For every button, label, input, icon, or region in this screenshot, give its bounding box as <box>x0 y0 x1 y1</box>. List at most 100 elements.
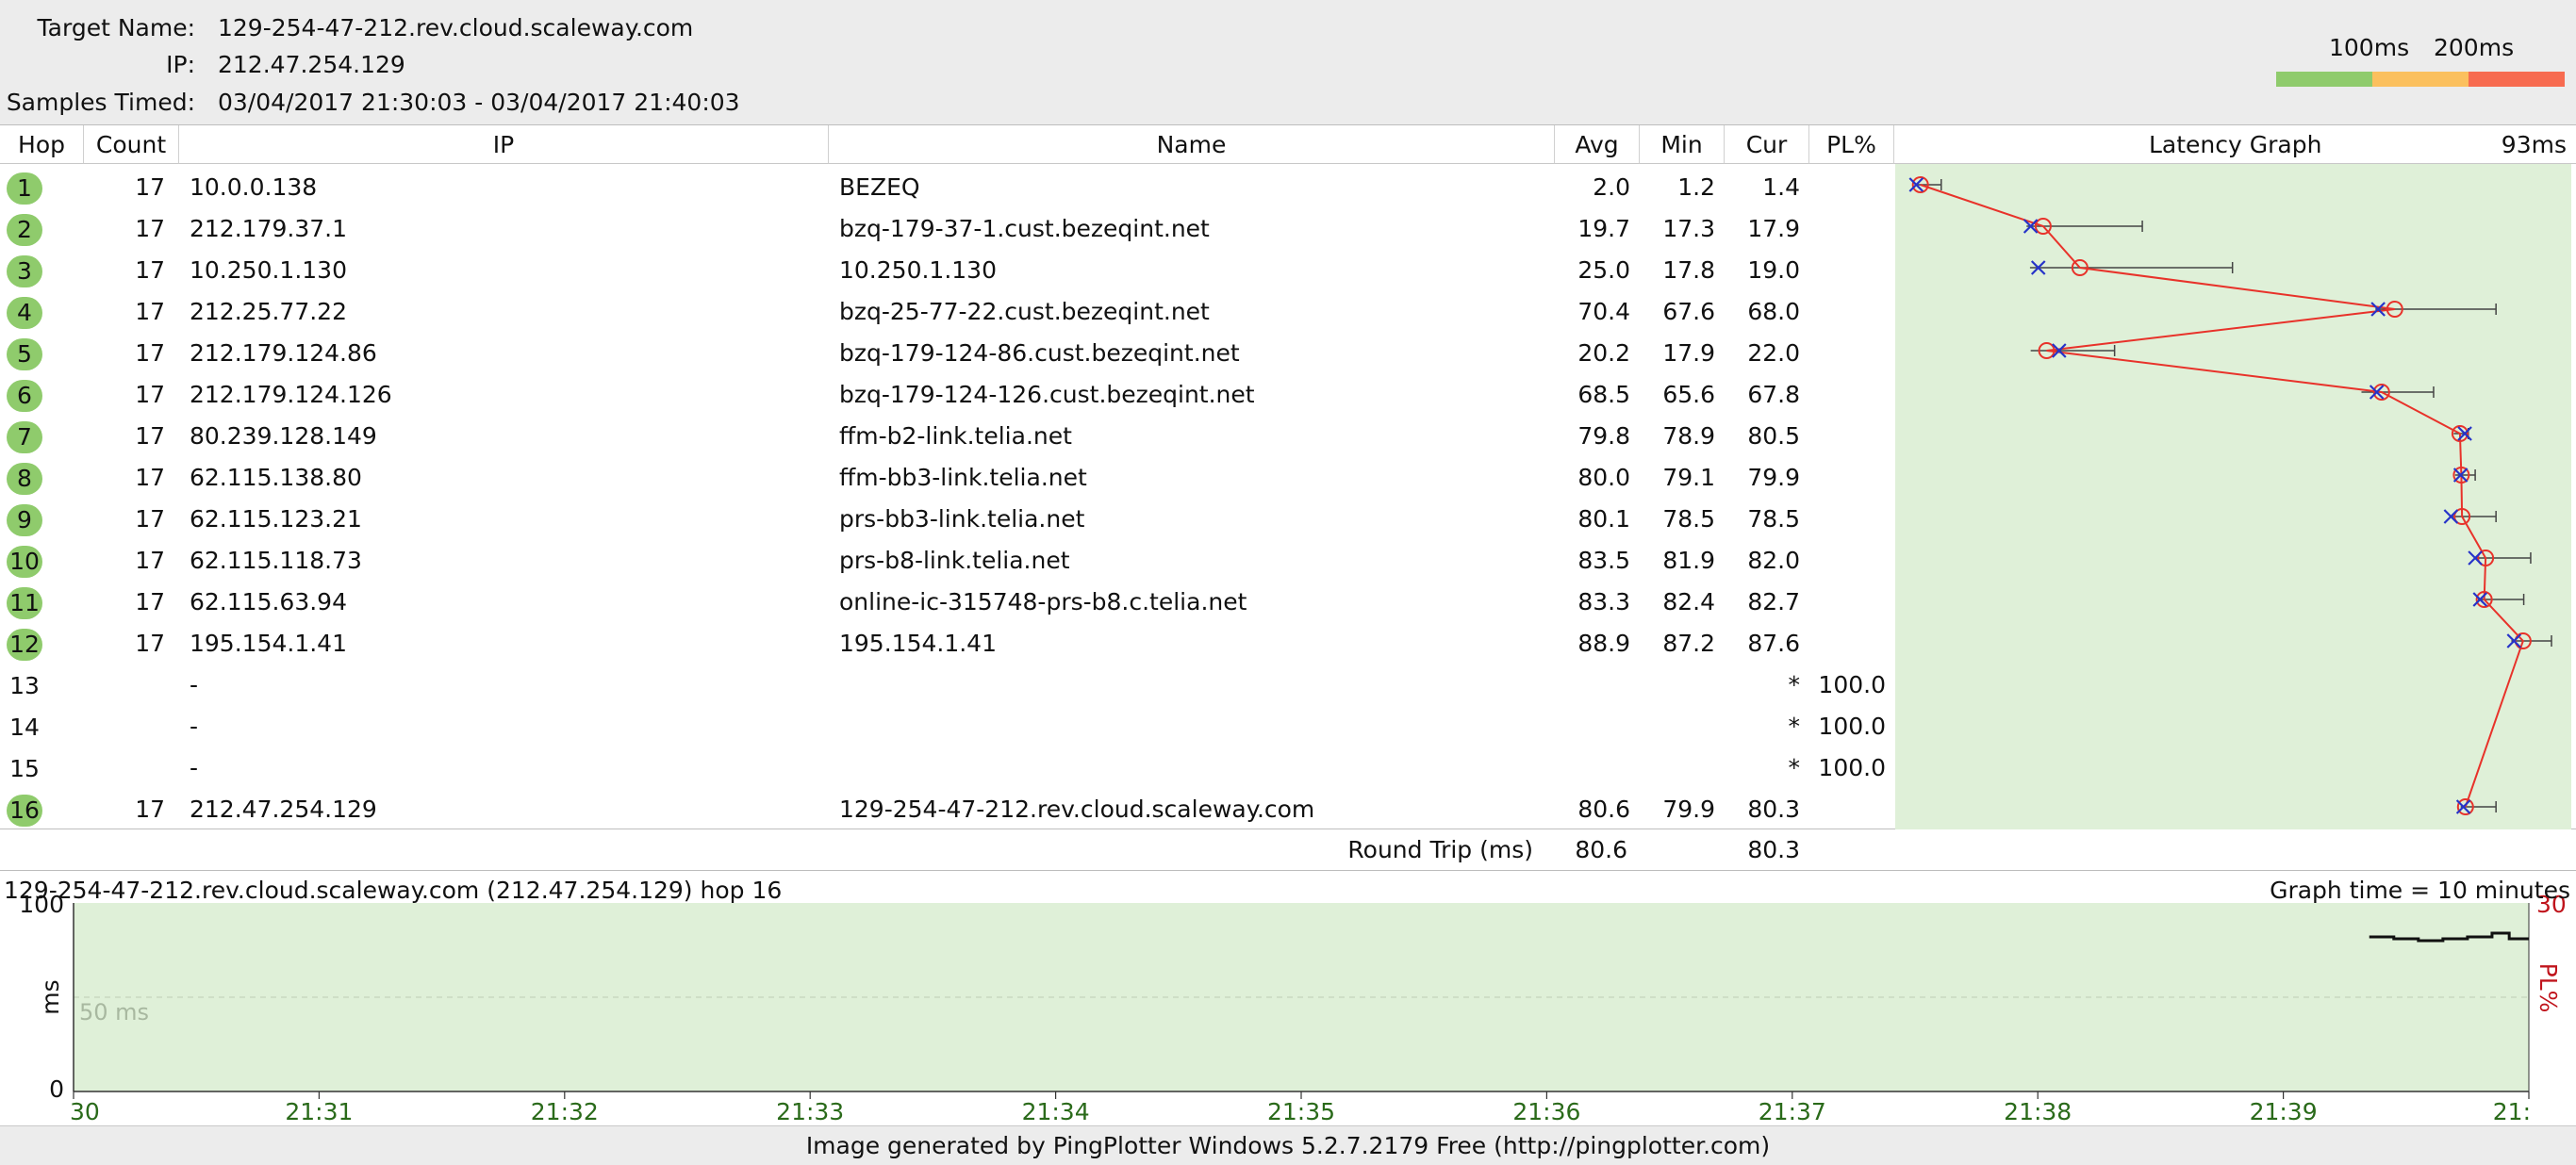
x-axis-tick-label: 30 <box>70 1098 100 1125</box>
hop-number: 14 <box>9 714 40 741</box>
cell-min: 17.9 <box>1662 339 1715 367</box>
column-header-cur[interactable]: Cur <box>1725 125 1809 164</box>
cell-cur: 87.6 <box>1747 630 1800 657</box>
cell-min: 78.9 <box>1662 422 1715 450</box>
cell-count: 17 <box>135 588 165 615</box>
table-row[interactable]: 1 17 10.0.0.138 BEZEQ 2.0 1.2 1.4 <box>0 167 1895 208</box>
latency-legend: 100ms 200ms <box>2276 34 2565 89</box>
cell-name: bzq-179-37-1.cust.bezeqint.net <box>839 215 1210 242</box>
pl-axis-label: PL% <box>2535 963 2562 1013</box>
table-row[interactable]: 11 17 62.115.63.94 online-ic-315748-prs-b8.… <box>0 582 1895 623</box>
cell-pl <box>1809 457 1886 499</box>
cell-cur: * <box>1788 671 1801 698</box>
cell-pl <box>1809 416 1886 457</box>
cell-avg <box>1555 747 1630 789</box>
cell-pl <box>1809 540 1886 582</box>
cell-name: 129-254-47-212.rev.cloud.scaleway.com <box>839 796 1315 823</box>
cell-min: 82.4 <box>1662 588 1715 615</box>
cell-ip: - <box>190 713 199 740</box>
header: Target Name: 129-254-47-212.rev.cloud.sc… <box>0 0 2576 124</box>
cell-name: ffm-b2-link.telia.net <box>839 422 1072 450</box>
cell-pl: 100.0 <box>1818 671 1886 698</box>
cell-avg: 25.0 <box>1577 256 1630 284</box>
table-row[interactable]: 10 17 62.115.118.73 prs-b8-link.telia.net 83… <box>0 540 1895 582</box>
cell-ip: 62.115.138.80 <box>190 464 362 491</box>
cell-ip: 212.25.77.22 <box>190 298 347 325</box>
cell-count: 17 <box>135 298 165 325</box>
cell-ip: 10.250.1.130 <box>190 256 347 284</box>
hop-number: 13 <box>9 672 40 699</box>
table-row[interactable]: 8 17 62.115.138.80 ffm-bb3-link.telia.net 80… <box>0 457 1895 499</box>
time-graph-plot: 1000ms 50 ms30PL%30 21:31 21:32 21:33 21:34 21… <box>19 891 2567 1125</box>
cell-count <box>84 665 165 706</box>
cell-name <box>839 706 1537 747</box>
target-name-value: 129-254-47-212.rev.cloud.scaleway.com <box>218 14 694 41</box>
cell-count: 17 <box>135 381 165 408</box>
legend-label-100: 100ms <box>2329 34 2410 61</box>
hop-number: 2 <box>7 214 42 246</box>
cell-avg <box>1555 706 1630 747</box>
hop-number: 10 <box>7 546 42 578</box>
cell-pl <box>1809 374 1886 416</box>
latency-graph-title: Latency Graph <box>2149 131 2322 158</box>
latency-avg-line <box>1920 184 2524 808</box>
x-axis-tick-label: 21:31 <box>285 1098 353 1125</box>
cell-ip: 195.154.1.41 <box>190 630 347 657</box>
latency-graph-plot <box>1908 176 2552 815</box>
cell-ip: 212.179.37.1 <box>190 215 347 242</box>
hop-number: 15 <box>9 755 40 782</box>
table-row[interactable]: 2 17 212.179.37.1 bzq-179-37-1.cust.bezeqin… <box>0 208 1895 250</box>
cell-count: 17 <box>135 547 165 574</box>
cell-min: 81.9 <box>1662 547 1715 574</box>
cell-avg: 20.2 <box>1577 339 1630 367</box>
column-header-name[interactable]: Name <box>829 125 1555 164</box>
cell-pl <box>1809 582 1886 623</box>
hop-number: 7 <box>7 421 42 453</box>
cell-pl: 100.0 <box>1818 754 1886 781</box>
hop-number: 12 <box>7 629 42 661</box>
table-row[interactable]: 13 - * 100.0 <box>0 665 1895 706</box>
midline-label: 50 ms <box>79 999 149 1026</box>
y-axis-unit-label: ms <box>37 979 64 1014</box>
column-header-count[interactable]: Count <box>84 125 179 164</box>
table-row[interactable]: 9 17 62.115.123.21 prs-bb3-link.telia.net 80… <box>0 499 1895 540</box>
cell-min <box>1640 747 1715 789</box>
x-axis-tick-label: 21:34 <box>1022 1098 1090 1125</box>
column-header-hop[interactable]: Hop <box>0 125 84 164</box>
table-row[interactable]: 12 17 195.154.1.41 195.154.1.41 88.9 87.2 87.6 <box>0 623 1895 665</box>
table-row[interactable]: 6 17 212.179.124.126 bzq-179-124-126.cust.b… <box>0 374 1895 416</box>
table-row[interactable]: 15 - * 100.0 <box>0 747 1895 789</box>
table-row[interactable]: 16 17 212.47.254.129 129-254-47-212.rev.clo… <box>0 789 1895 830</box>
round-trip-row: Round Trip (ms) 80.6 80.3 <box>0 829 2576 871</box>
table-row[interactable]: 14 - * 100.0 <box>0 706 1895 747</box>
column-header-pl[interactable]: PL% <box>1809 125 1894 164</box>
column-header-ip[interactable]: IP <box>179 125 829 164</box>
cell-min <box>1640 706 1715 747</box>
table-row[interactable]: 5 17 212.179.124.86 bzq-179-124-86.cust.bez… <box>0 333 1895 374</box>
cell-name <box>839 665 1537 706</box>
cell-min: 87.2 <box>1662 630 1715 657</box>
cell-min: 79.1 <box>1662 464 1715 491</box>
round-trip-avg: 80.6 <box>1575 836 1627 863</box>
table-row[interactable]: 4 17 212.25.77.22 bzq-25-77-22.cust.bezeqin… <box>0 291 1895 333</box>
hop-number: 8 <box>7 463 42 495</box>
hop-number: 1 <box>7 172 42 205</box>
table-row[interactable]: 3 17 10.250.1.130 10.250.1.130 25.0 17.8 19.0 <box>0 250 1895 291</box>
cell-cur: 80.3 <box>1747 796 1800 823</box>
cell-count: 17 <box>135 796 165 823</box>
cell-ip: - <box>190 754 199 781</box>
table-row[interactable]: 7 17 80.239.128.149 ffm-b2-link.telia.net 79… <box>0 416 1895 457</box>
cell-count: 17 <box>135 464 165 491</box>
column-header-avg[interactable]: Avg <box>1555 125 1640 164</box>
cell-cur: 80.5 <box>1747 422 1800 450</box>
cell-pl <box>1809 499 1886 540</box>
cell-name: 195.154.1.41 <box>839 630 997 657</box>
round-trip-cur: 80.3 <box>1747 836 1800 863</box>
ip-value: 212.47.254.129 <box>218 51 405 78</box>
cell-ip: 212.179.124.86 <box>190 339 377 367</box>
column-header-latency-graph[interactable]: Latency Graph 93ms <box>1894 125 2576 164</box>
cell-avg: 80.6 <box>1577 796 1630 823</box>
cell-ip: 80.239.128.149 <box>190 422 377 450</box>
column-header-min[interactable]: Min <box>1640 125 1725 164</box>
graph-time-label: Graph time = 10 minutes <box>2270 877 2570 904</box>
